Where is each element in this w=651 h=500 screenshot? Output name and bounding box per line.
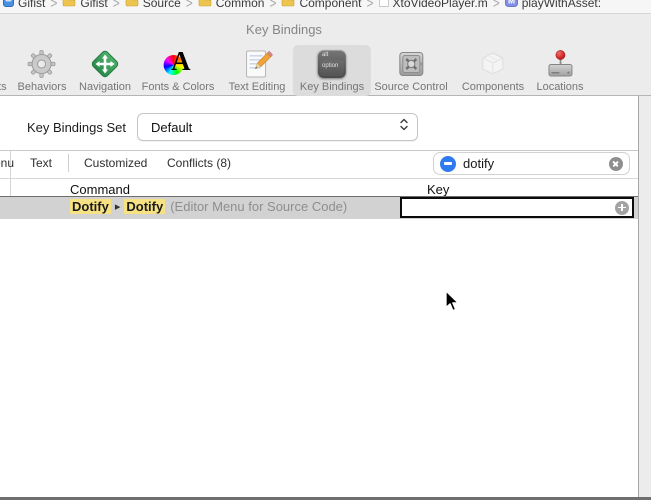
svg-text:M: M	[508, 0, 515, 6]
toolbar-item-fonts-colors[interactable]: A Fonts & Colors	[135, 45, 222, 96]
column-header-key[interactable]: Key	[427, 182, 449, 197]
mouse-cursor	[445, 290, 459, 312]
search-scope-icon[interactable]	[440, 155, 456, 172]
breadcrumb-separator: >	[112, 0, 120, 12]
hard-drive-pin-icon	[543, 47, 577, 80]
key-bindings-set-label: Key Bindings Set	[27, 120, 127, 135]
breadcrumb-item-folder[interactable]: Gifist	[62, 0, 108, 12]
project-icon	[3, 0, 14, 12]
scope-item-customized[interactable]: Customized	[84, 156, 147, 170]
search-match-text: Dotify	[70, 199, 111, 214]
column-header-command[interactable]: Command	[70, 182, 130, 197]
text-editing-icon	[240, 47, 274, 80]
clear-search-icon[interactable]	[609, 156, 623, 171]
toolbar-item-behaviors[interactable]: Behaviors	[11, 45, 74, 96]
key-bindings-set-popup[interactable]: Default	[137, 113, 418, 141]
toolbar-item-text-editing[interactable]: Text Editing	[222, 45, 293, 96]
submenu-arrow: ▸	[114, 201, 121, 213]
breadcrumb: Gifist > Gifist > Source > Common > Comp…	[0, 0, 651, 14]
breadcrumb-separator: >	[366, 0, 374, 12]
command-cell: Dotify ▸ Dotify (Editor Menu for Source …	[70, 199, 347, 214]
popup-selected-value: Default	[151, 119, 193, 135]
background-window-strip	[638, 96, 651, 497]
file-icon	[378, 0, 389, 12]
folder-icon	[62, 0, 76, 12]
add-binding-icon[interactable]	[615, 200, 629, 215]
safe-icon	[394, 47, 428, 80]
components-box-icon	[476, 47, 510, 80]
breadcrumb-item-method[interactable]: M playWithAsset:	[504, 0, 601, 12]
breadcrumb-item-folder[interactable]: Common	[198, 0, 264, 12]
preferences-toolbar: Accounts	[0, 44, 651, 96]
accounts-icon	[0, 47, 1, 80]
method-icon: M	[504, 0, 518, 12]
breadcrumb-separator: >	[269, 0, 277, 12]
search-match-text: Dotify	[124, 199, 166, 214]
toolbar-item-locations[interactable]: Locations	[529, 45, 590, 96]
breadcrumb-separator: >	[185, 0, 193, 12]
preferences-titlebar: Key Bindings	[0, 14, 651, 44]
scope-item-conflicts[interactable]: Conflicts (8)	[167, 156, 231, 170]
breadcrumb-item-folder[interactable]: Component	[281, 0, 362, 12]
breadcrumb-item-file[interactable]: XtoVideoPlayer.m	[378, 0, 488, 12]
screen: Gifist > Gifist > Source > Common > Comp…	[0, 0, 651, 500]
search-value: dotify	[463, 156, 495, 171]
scope-separator	[68, 154, 69, 172]
divider	[0, 150, 638, 151]
breadcrumb-item-folder[interactable]: Source	[125, 0, 181, 12]
scope-item-text[interactable]: Text	[30, 156, 52, 170]
fonts-colors-icon: A	[161, 46, 195, 80]
key-binding-input[interactable]	[400, 197, 634, 218]
folder-icon	[281, 0, 295, 12]
toolbar-item-components[interactable]: Components	[455, 45, 531, 96]
toolbar-item-key-bindings[interactable]: alt option Key Bindings	[292, 45, 372, 96]
divider	[0, 178, 638, 179]
toolbar-item-source-control[interactable]: Source Control	[367, 45, 454, 96]
toolbar-item-navigation[interactable]: Navigation	[72, 45, 138, 96]
window-title: Key Bindings	[246, 22, 322, 37]
option-key-icon: alt option	[315, 47, 349, 80]
popup-chevrons-icon	[399, 117, 409, 137]
folder-icon	[198, 0, 212, 12]
breadcrumb-separator: >	[492, 0, 500, 12]
breadcrumb-separator: >	[50, 0, 58, 12]
breadcrumb-item-project[interactable]: Gifist	[3, 0, 45, 12]
gear-icon	[25, 47, 59, 80]
scope-item-menu[interactable]: Menu	[0, 156, 14, 170]
folder-icon	[125, 0, 139, 12]
search-input[interactable]: dotify	[433, 152, 630, 175]
navigation-diamond-icon	[88, 47, 122, 80]
command-context: (Editor Menu for Source Code)	[170, 199, 348, 214]
